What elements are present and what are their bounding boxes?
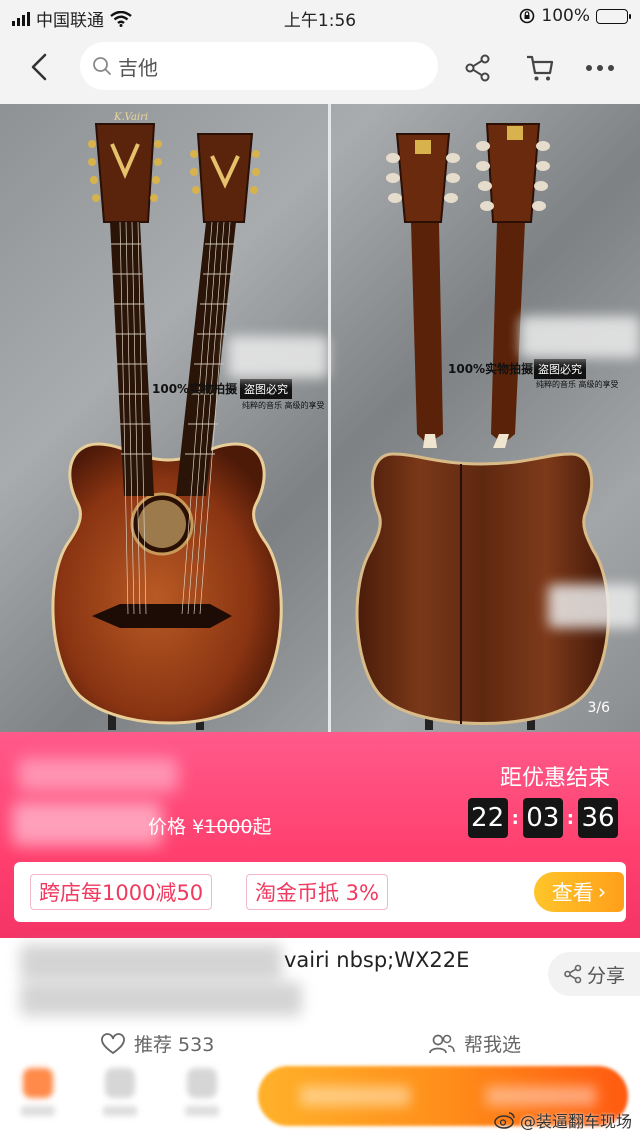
product-image[interactable]: K.Vairi 100%实物拍摄 盗图必究 纯粹的音乐 高级的享受 100%实物… bbox=[0, 104, 640, 732]
help-choose-button[interactable]: 帮我选 bbox=[428, 1030, 521, 1057]
title-blurred-line2 bbox=[20, 982, 302, 1016]
see-coupons-button[interactable]: 查看 › bbox=[534, 872, 624, 912]
shop-label-blurred bbox=[21, 1106, 55, 1116]
battery-icon bbox=[596, 8, 631, 24]
weibo-watermark-text: @装逼翻车现场 bbox=[519, 1112, 632, 1131]
chevron-left-icon bbox=[31, 53, 47, 81]
guitar-back-image bbox=[355, 123, 610, 730]
watermark-right-sub: 纯粹的音乐 高级的享受 bbox=[536, 380, 619, 389]
price-prefix: 价格 ¥ bbox=[148, 816, 205, 838]
countdown-title: 距优惠结束 bbox=[499, 766, 610, 791]
help-choose-label: 帮我选 bbox=[464, 1034, 522, 1056]
blur-patch-body bbox=[548, 584, 640, 628]
coupon-cross-store: 跨店每1000减50 bbox=[30, 874, 213, 910]
add-to-cart-button[interactable] bbox=[300, 1086, 410, 1106]
battery-percent: 100% bbox=[541, 6, 590, 26]
price-value: 1000 bbox=[204, 816, 253, 838]
guitar-front-image bbox=[51, 123, 283, 730]
see-button-label: 查看 bbox=[551, 881, 594, 905]
heart-icon bbox=[101, 1032, 125, 1054]
weibo-icon bbox=[494, 1112, 515, 1129]
promo-price-blurred bbox=[12, 802, 162, 846]
promo-title-blurred bbox=[18, 758, 178, 792]
watermark-left-text: 100%实物拍摄 bbox=[152, 382, 238, 396]
share-label: 分享 bbox=[586, 964, 625, 987]
service-label-blurred bbox=[103, 1106, 137, 1116]
coupon-bar[interactable]: 跨店每1000减50 淘金币抵 3% 查看 › bbox=[14, 862, 626, 922]
search-input[interactable]: 吉他 bbox=[80, 42, 438, 90]
price-suffix: 起 bbox=[252, 816, 272, 838]
countdown-hours: 22 bbox=[467, 798, 508, 838]
cart-icon bbox=[527, 55, 554, 81]
favorite-tab[interactable] bbox=[180, 1068, 224, 1128]
buy-now-button[interactable] bbox=[486, 1086, 596, 1106]
cart-button[interactable] bbox=[520, 48, 560, 88]
search-icon bbox=[93, 57, 111, 75]
coupon-taojinbi: 淘金币抵 3% bbox=[246, 874, 388, 910]
share-icon bbox=[564, 964, 582, 984]
countdown-sep: : bbox=[566, 807, 574, 829]
favorite-label-blurred bbox=[185, 1106, 219, 1116]
product-title: vairi nbsp;WX22E bbox=[284, 948, 470, 972]
watermark-right-text: 100%实物拍摄 bbox=[448, 362, 534, 376]
watermark-left-sub: 纯粹的音乐 高级的享受 bbox=[242, 401, 325, 410]
status-bar: 中国联通 上午1:56 100% bbox=[0, 0, 640, 34]
countdown-minutes: 03 bbox=[522, 798, 563, 838]
watermark-right-box: 盗图必究 bbox=[534, 359, 586, 379]
share-icon bbox=[465, 54, 490, 82]
status-right: 100% bbox=[519, 6, 631, 26]
back-button[interactable] bbox=[22, 50, 56, 84]
shop-icon bbox=[23, 1068, 53, 1098]
star-icon bbox=[187, 1068, 217, 1098]
headstock-logo-text: K.Vairi bbox=[114, 112, 149, 123]
chevron-right-icon: › bbox=[597, 880, 607, 904]
image-counter: 3/6 bbox=[587, 700, 610, 716]
recommend-button[interactable]: 推荐 533 bbox=[100, 1030, 214, 1057]
more-icon bbox=[586, 65, 614, 71]
countdown-sep: : bbox=[511, 807, 519, 829]
service-tab[interactable] bbox=[98, 1068, 142, 1128]
watermark-left-box: 盗图必究 bbox=[240, 379, 292, 399]
share-button[interactable]: 分享 bbox=[548, 952, 640, 996]
share-nav-button[interactable] bbox=[458, 48, 498, 88]
people-icon bbox=[429, 1034, 455, 1053]
blur-patch-right bbox=[520, 316, 640, 358]
promo-banner: 价格 ¥1000起 距优惠结束 22 : 03 : 36 跨店每1000减50 … bbox=[0, 732, 640, 938]
recommend-label: 推荐 533 bbox=[134, 1034, 215, 1056]
weibo-watermark: @装逼翻车现场 bbox=[494, 1108, 632, 1132]
nav-bar: 吉他 bbox=[0, 34, 640, 104]
title-blurred-line1 bbox=[20, 944, 282, 980]
original-price: 价格 ¥1000起 bbox=[148, 812, 272, 839]
countdown-timer: 22 : 03 : 36 bbox=[467, 798, 618, 838]
more-button[interactable] bbox=[580, 48, 620, 88]
countdown-seconds: 36 bbox=[578, 798, 618, 838]
search-text: 吉他 bbox=[118, 55, 158, 80]
shop-tab[interactable] bbox=[16, 1068, 60, 1128]
rotation-lock-icon bbox=[520, 8, 535, 24]
blur-patch-left bbox=[228, 336, 328, 378]
service-icon bbox=[105, 1068, 135, 1098]
